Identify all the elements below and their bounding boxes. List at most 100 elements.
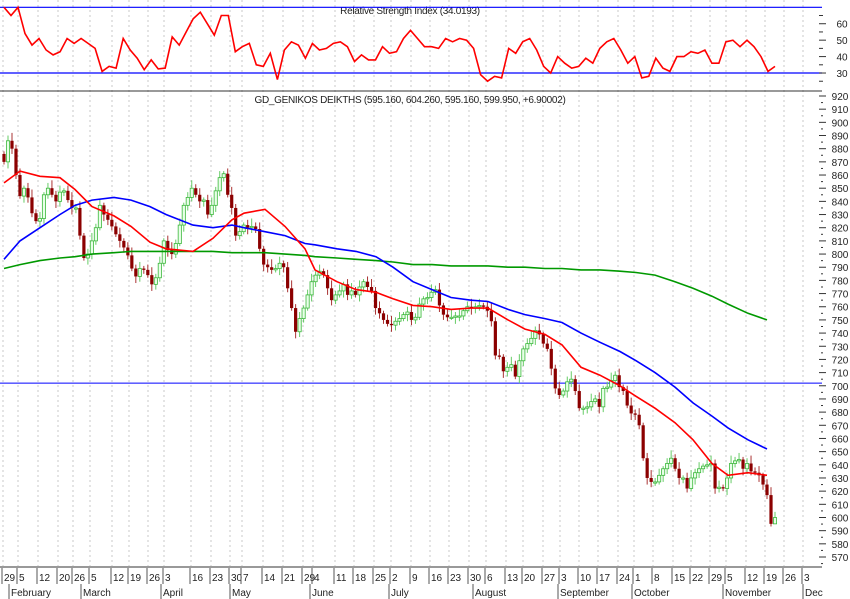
candle-down xyxy=(286,267,290,289)
price-tick-label: 670 xyxy=(832,421,849,432)
price-tick-label: 900 xyxy=(832,118,849,129)
candle-down xyxy=(353,290,358,295)
candle-up xyxy=(773,517,778,525)
rsi-y-axis: 60 50 40 30 xyxy=(819,15,848,82)
candle-up xyxy=(697,468,702,474)
candle-up xyxy=(561,390,566,396)
x-tick-label: 8 xyxy=(654,573,660,584)
candle-down xyxy=(246,225,250,228)
x-tick-label: 3 xyxy=(561,573,567,584)
candle-up xyxy=(73,207,78,210)
x-tick-label: 15 xyxy=(674,573,686,584)
x-tick-label: 4 xyxy=(314,573,320,584)
candle-up xyxy=(569,378,574,383)
candle-down xyxy=(106,214,110,220)
price-tick-label: 810 xyxy=(832,237,849,248)
price-tick-label: 890 xyxy=(832,132,849,143)
candle-up xyxy=(661,468,666,476)
candle-up xyxy=(301,307,306,319)
candle-down xyxy=(30,197,34,214)
x-tick-label: 24 xyxy=(619,573,631,584)
price-tick-label: 680 xyxy=(832,408,849,419)
x-tick-label: 6 xyxy=(487,573,493,584)
price-tick-label: 720 xyxy=(832,355,849,366)
candle-down xyxy=(230,194,234,208)
x-tick-label: 13 xyxy=(507,573,519,584)
x-tick-label: 25 xyxy=(375,573,387,584)
candle-up xyxy=(653,481,658,484)
candle-up xyxy=(313,274,318,283)
candle-up xyxy=(689,477,694,489)
x-tick-label: 26 xyxy=(149,573,161,584)
candle-down xyxy=(102,205,106,215)
price-tick-label: 850 xyxy=(832,184,849,195)
candle-up xyxy=(605,386,610,389)
price-tick-label: 710 xyxy=(832,369,849,380)
stock-chart: Relative Strength Index (34.0193) 605040… xyxy=(0,0,849,599)
x-tick-label: 22 xyxy=(692,573,704,584)
candle-down xyxy=(445,314,450,318)
x-tick-label: 19 xyxy=(766,573,778,584)
candle-down xyxy=(749,463,753,472)
candle-down xyxy=(409,312,414,320)
candle-up xyxy=(509,364,514,368)
price-tick-label: 640 xyxy=(832,461,849,472)
candle-up xyxy=(693,472,698,479)
candle-up xyxy=(657,474,662,483)
candle-down xyxy=(10,140,14,149)
candle-down xyxy=(150,275,154,285)
x-tick-label: 3 xyxy=(165,573,171,584)
candle-down xyxy=(114,226,118,235)
candle-up xyxy=(705,464,710,467)
x-axis: 29 5 12 20 26 5 12 19 26 3 16 23 30 7 14 21 294 11 18 25 2 9 1… xyxy=(1,568,823,599)
x-tick-label: 9 xyxy=(412,573,418,584)
candle-down xyxy=(66,190,70,201)
candle-down xyxy=(721,487,725,489)
candle-down xyxy=(765,484,769,496)
candle-up xyxy=(405,311,410,316)
candle-up xyxy=(745,463,750,470)
candle-up xyxy=(521,348,526,362)
price-tick-label: 840 xyxy=(832,197,849,208)
candle-up xyxy=(41,194,46,219)
x-tick-label: 23 xyxy=(212,573,224,584)
candle-down xyxy=(266,264,270,268)
candle-down xyxy=(481,305,485,307)
candle-down xyxy=(369,286,374,291)
candle-up xyxy=(93,227,98,242)
candle-down xyxy=(50,188,54,195)
candle-down xyxy=(501,356,505,372)
candle-down xyxy=(226,173,230,195)
x-tick-label: 16 xyxy=(192,573,204,584)
candle-up xyxy=(21,187,26,197)
x-tick-label: 21 xyxy=(284,573,296,584)
month-label: October xyxy=(634,588,670,599)
candle-up xyxy=(733,460,738,464)
candle-down xyxy=(493,321,497,356)
price-tick-label: 870 xyxy=(832,158,849,169)
candle-up xyxy=(589,401,594,408)
candle-down xyxy=(649,477,653,482)
candle-up xyxy=(717,486,722,489)
candle-down xyxy=(513,364,517,377)
x-tick-label: 3 xyxy=(804,573,810,584)
price-tick-label: 730 xyxy=(832,342,849,353)
candle-down xyxy=(142,268,146,270)
x-tick-label: 12 xyxy=(39,573,51,584)
price-tick-label: 700 xyxy=(832,382,849,393)
price-tick-label: 660 xyxy=(832,434,849,445)
candle-down xyxy=(741,459,745,469)
price-tick-label: 650 xyxy=(832,448,849,459)
candle-up xyxy=(189,187,194,198)
candle-up xyxy=(185,197,190,206)
candle-down xyxy=(130,255,134,269)
price-panel: GD_GENIKOS DEIKTHS (595.160, 604.260, 59… xyxy=(0,92,849,565)
candle-up xyxy=(213,190,218,206)
candle-down xyxy=(497,355,501,357)
candle-up xyxy=(45,187,50,196)
x-tick-label: 10 xyxy=(580,573,592,584)
candle-up xyxy=(737,459,742,462)
x-tick-label: 11 xyxy=(336,573,347,584)
candle-up xyxy=(249,225,254,229)
candle-up xyxy=(173,243,178,255)
